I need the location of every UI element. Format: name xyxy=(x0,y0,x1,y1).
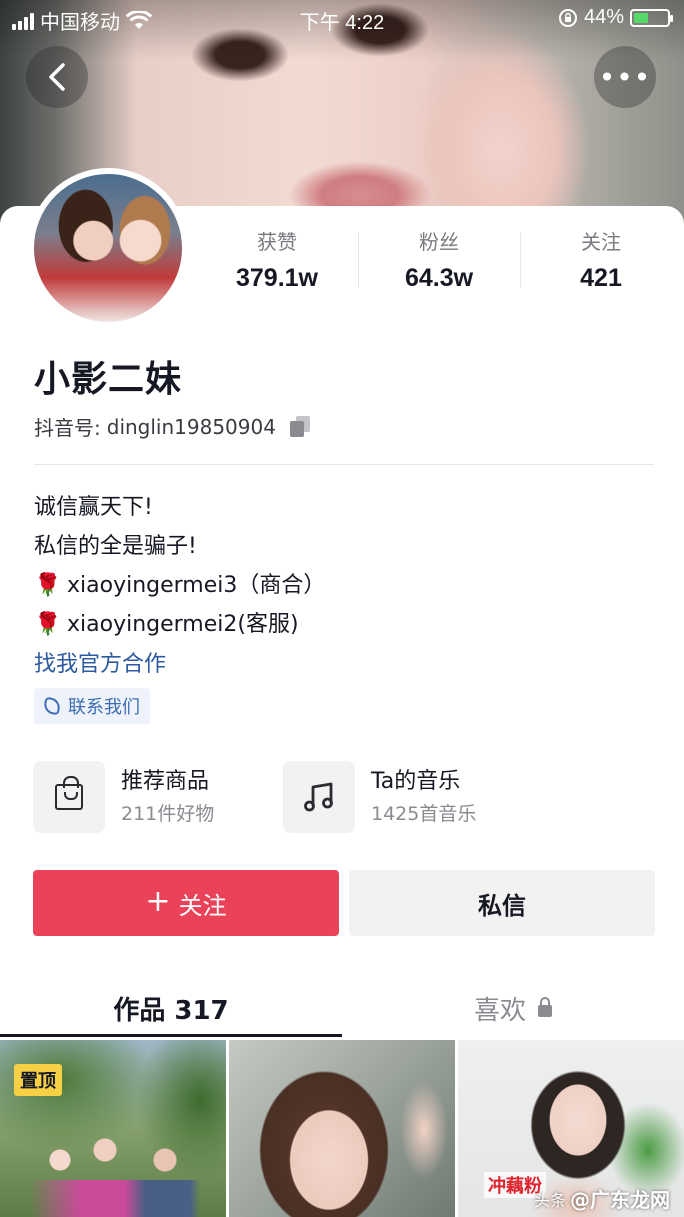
battery-percent: 44% xyxy=(583,6,624,28)
more-dots-icon: ••• xyxy=(598,60,652,94)
status-bar: 中国移动 下午 4:22 44% xyxy=(0,0,684,38)
stat-likes-value: 379.1w xyxy=(235,264,318,292)
follow-button[interactable]: + 关注 xyxy=(33,870,339,936)
bio-contact-text: xiaoyingermei3（商合） xyxy=(67,573,326,598)
watermark: 头条 @广东龙网 xyxy=(534,1184,670,1213)
music-note-icon-box xyxy=(283,761,355,833)
music-note-icon xyxy=(304,782,333,812)
stat-following-label: 关注 xyxy=(581,230,621,254)
tab-likes[interactable]: 喜欢 xyxy=(342,976,684,1040)
shopping-bag-icon-box xyxy=(33,761,105,833)
message-label: 私信 xyxy=(478,891,526,920)
video-thumbnail[interactable]: 冲藕粉 头条 @广东龙网 xyxy=(458,1040,684,1217)
bio: 诚信赢天下! 私信的全是骗子! 🌹 xiaoyingermei3（商合） 🌹 x… xyxy=(34,488,325,644)
more-button[interactable]: ••• xyxy=(594,46,656,108)
bio-contact-text: xiaoyingermei2(客服) xyxy=(67,612,299,637)
stat-fans[interactable]: 粉丝 64.3w xyxy=(358,228,520,298)
douyin-id-label: 抖音号: xyxy=(34,416,101,440)
bio-contact: 🌹 xiaoyingermei2(客服) xyxy=(34,605,325,644)
shopping-bag-icon xyxy=(55,776,83,810)
stats-row: 获赞 379.1w 粉丝 64.3w 关注 421 xyxy=(196,228,684,298)
chevron-left-icon xyxy=(49,63,65,91)
follow-label: 关注 xyxy=(178,891,227,920)
douyin-id-row: 抖音号: dinglin19850904 xyxy=(34,412,312,441)
stat-likes[interactable]: 获赞 379.1w xyxy=(196,228,358,298)
feature-subtitle: 1425首音乐 xyxy=(371,803,477,825)
feature-subtitle: 211件好物 xyxy=(121,803,215,825)
douyin-id-value: dinglin19850904 xyxy=(106,414,276,439)
feature-title: 推荐商品 xyxy=(121,769,210,794)
orientation-lock-icon xyxy=(558,8,577,27)
copy-icon[interactable] xyxy=(289,415,312,438)
stat-fans-label: 粉丝 xyxy=(419,230,459,254)
rose-icon: 🌹 xyxy=(34,612,62,637)
phone-icon xyxy=(42,696,62,716)
watermark-text: @广东龙网 xyxy=(570,1188,670,1212)
contact-us-button[interactable]: 联系我们 xyxy=(34,688,150,724)
tab-underline xyxy=(0,1034,342,1037)
tab-works[interactable]: 作品 317 xyxy=(0,976,342,1040)
official-cooperation-link[interactable]: 找我官方合作 xyxy=(34,646,166,678)
rose-icon: 🌹 xyxy=(34,573,62,598)
divider xyxy=(34,464,654,465)
contact-us-label: 联系我们 xyxy=(68,697,140,718)
lock-icon xyxy=(538,997,552,1017)
video-thumbnail[interactable]: 置顶 xyxy=(0,1040,226,1217)
recommended-products[interactable]: 推荐商品 211件好物 xyxy=(33,760,214,834)
status-right: 44% xyxy=(558,6,673,29)
tab-works-label: 作品 317 xyxy=(113,995,229,1026)
message-button[interactable]: 私信 xyxy=(349,870,655,936)
stat-fans-value: 64.3w xyxy=(404,264,474,292)
stat-following-value: 421 xyxy=(580,264,622,292)
battery-icon xyxy=(630,8,673,27)
bio-contact: 🌹 xiaoyingermei3（商合） xyxy=(34,566,325,605)
profile-card: 获赞 379.1w 粉丝 64.3w 关注 421 小影二妹 抖音号: ding… xyxy=(0,206,684,1217)
avatar[interactable] xyxy=(28,168,188,328)
bio-line: 私信的全是骗子! xyxy=(34,534,197,559)
stat-following[interactable]: 关注 421 xyxy=(520,228,682,298)
tab-likes-label: 喜欢 xyxy=(473,995,526,1026)
back-button[interactable] xyxy=(26,46,88,108)
watermark-logo: 头条 xyxy=(533,1190,566,1210)
profile-name: 小影二妹 xyxy=(34,359,183,400)
plus-icon: + xyxy=(145,884,171,919)
stat-likes-label: 获赞 xyxy=(257,230,297,254)
ta-music[interactable]: Ta的音乐 1425首音乐 xyxy=(283,760,476,834)
bio-line: 诚信赢天下! xyxy=(34,495,153,520)
video-thumbnail[interactable] xyxy=(229,1040,455,1217)
pinned-badge: 置顶 xyxy=(14,1064,62,1096)
feature-title: Ta的音乐 xyxy=(371,769,461,794)
